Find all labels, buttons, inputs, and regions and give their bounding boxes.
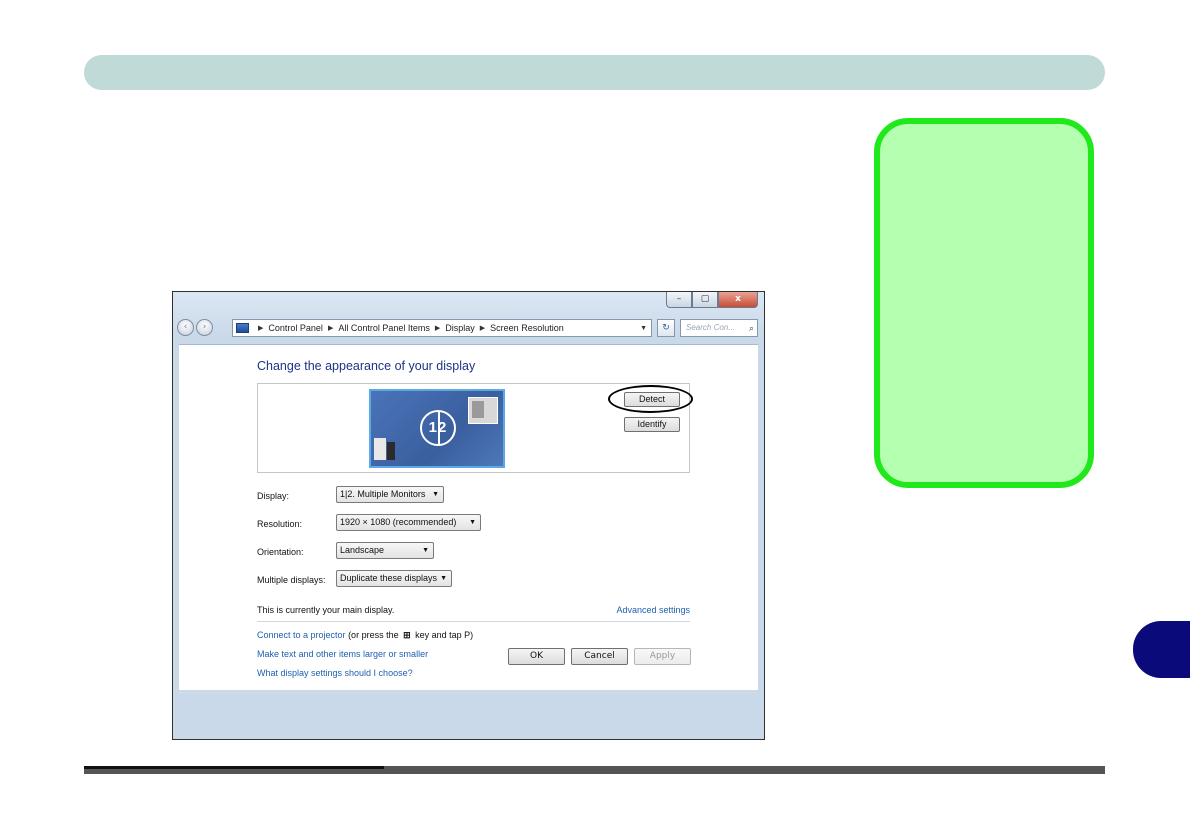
- projector-note-end: key and tap P): [412, 630, 474, 640]
- back-button[interactable]: ‹: [177, 319, 194, 336]
- chapter-tab: [1133, 621, 1190, 678]
- orientation-select-value: Landscape: [340, 545, 385, 555]
- connect-projector-link[interactable]: Connect to a projector: [257, 630, 346, 640]
- chevron-down-icon: ▼: [422, 547, 429, 554]
- breadcrumb-arrow-icon: ▶: [258, 325, 264, 332]
- display-select-value: 1|2. Multiple Monitors: [340, 489, 426, 499]
- maximize-button[interactable]: ▢: [692, 292, 718, 308]
- divider: [257, 621, 690, 622]
- forward-button[interactable]: ›: [196, 319, 213, 336]
- breadcrumb-arrow-icon: ▶: [434, 325, 441, 332]
- multiple-displays-select-value: Duplicate these displays: [340, 573, 438, 583]
- multiple-displays-label: Multiple displays:: [257, 575, 326, 585]
- address-bar[interactable]: ▶ Control Panel ▶ All Control Panel Item…: [232, 319, 652, 337]
- control-panel-icon: [236, 323, 249, 333]
- button-bar-divider: [179, 692, 758, 693]
- refresh-icon[interactable]: ↻: [657, 319, 675, 337]
- monitor-thumbnail-icon: [374, 438, 395, 460]
- text-size-link[interactable]: Make text and other items larger or smal…: [257, 649, 428, 659]
- search-placeholder: Search Con...: [686, 323, 735, 332]
- screen-resolution-window: – ▢ x ‹ › ▶ Control Panel ▶ All Control …: [172, 291, 765, 740]
- main-display-text: This is currently your main display.: [257, 605, 395, 615]
- search-input[interactable]: Search Con... ⌕: [680, 319, 758, 337]
- display-preview-area: 12 Detect Identify: [257, 383, 693, 473]
- content-pane: Change the appearance of your display 12…: [179, 344, 758, 693]
- breadcrumb-all-items[interactable]: All Control Panel Items: [338, 323, 430, 333]
- orientation-label: Orientation:: [257, 547, 304, 557]
- cancel-button[interactable]: Cancel: [571, 648, 628, 665]
- chevron-down-icon: ▼: [469, 519, 476, 526]
- chevron-down-icon: ▼: [432, 491, 439, 498]
- page-title: Change the appearance of your display: [257, 359, 476, 373]
- breadcrumb-screen-resolution[interactable]: Screen Resolution: [490, 323, 564, 333]
- close-button[interactable]: x: [718, 292, 758, 308]
- projector-note-start: (or press the: [345, 630, 402, 640]
- detect-highlight-ring: [608, 385, 693, 413]
- minimize-button[interactable]: –: [666, 292, 692, 308]
- apply-button[interactable]: Apply: [634, 648, 691, 665]
- search-icon[interactable]: ⌕: [749, 320, 754, 336]
- display-settings-help-link[interactable]: What display settings should I choose?: [257, 668, 413, 678]
- navigation-bar: ‹ › ▶ Control Panel ▶ All Control Panel …: [177, 318, 761, 340]
- chevron-down-icon: ▼: [440, 575, 447, 582]
- monitor-thumbnail-icon: [468, 397, 498, 424]
- resolution-select[interactable]: 1920 × 1080 (recommended) ▼: [336, 514, 481, 531]
- window-controls: – ▢ x: [666, 292, 758, 309]
- projector-row: Connect to a projector (or press the ⊞ k…: [257, 630, 473, 641]
- identify-button[interactable]: Identify: [624, 417, 680, 432]
- resolution-label: Resolution:: [257, 519, 303, 529]
- advanced-settings-link[interactable]: Advanced settings: [616, 605, 690, 615]
- ok-button[interactable]: OK: [508, 648, 565, 665]
- display-label: Display:: [257, 491, 290, 501]
- windows-key-icon: ⊞: [403, 630, 411, 640]
- multiple-displays-select[interactable]: Duplicate these displays ▼: [336, 570, 452, 587]
- resolution-select-value: 1920 × 1080 (recommended): [340, 517, 457, 527]
- breadcrumb-control-panel[interactable]: Control Panel: [268, 323, 323, 333]
- monitor-preview[interactable]: 12: [369, 389, 505, 468]
- breadcrumb-display[interactable]: Display: [445, 323, 475, 333]
- footer-rule: [84, 766, 1105, 774]
- breadcrumb-arrow-icon: ▶: [327, 325, 334, 332]
- side-note-box: [874, 118, 1094, 488]
- breadcrumb-arrow-icon: ▶: [479, 325, 486, 332]
- display-select[interactable]: 1|2. Multiple Monitors ▼: [336, 486, 444, 503]
- monitor-number-badge: 12: [420, 410, 456, 446]
- page-header-bar: [84, 55, 1105, 90]
- address-dropdown-icon[interactable]: ▼: [640, 325, 647, 332]
- orientation-select[interactable]: Landscape ▼: [336, 542, 434, 559]
